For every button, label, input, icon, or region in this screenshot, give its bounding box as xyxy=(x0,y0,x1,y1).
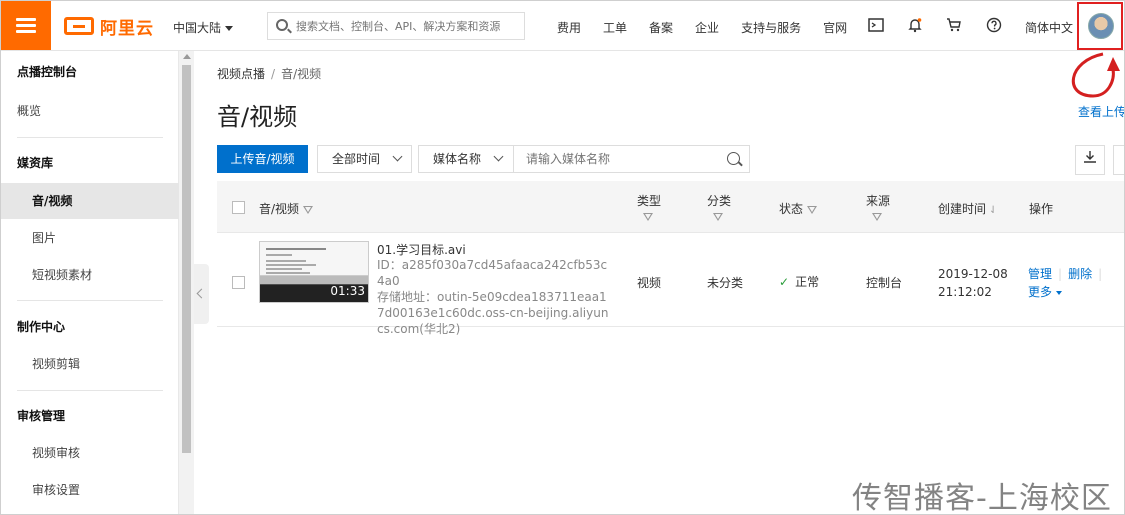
cell-category: 未分类 xyxy=(707,276,744,290)
media-search-field[interactable] xyxy=(513,145,750,173)
header-source: 来源 xyxy=(866,192,890,223)
sidebar-console-title: 点播控制台 xyxy=(17,65,78,79)
sidebar-scrollbar-thumb[interactable] xyxy=(182,65,191,453)
aliyun-logo[interactable]: 阿里云 xyxy=(64,13,154,39)
sidebar-divider xyxy=(17,300,163,301)
check-icon: ✓ xyxy=(779,275,790,289)
filter-icon[interactable] xyxy=(303,205,314,214)
header-created: 创建时间 ⇃ xyxy=(938,202,998,216)
header-actions: 操作 xyxy=(1029,202,1054,216)
user-avatar-highlight xyxy=(1077,2,1123,50)
aliyun-logo-icon xyxy=(64,17,94,35)
scroll-up-icon[interactable] xyxy=(183,54,191,59)
header-category: 分类 xyxy=(707,192,731,223)
top-nav-links: 费用 工单 备案 企业 支持与服务 官网 xyxy=(557,19,869,36)
nav-website[interactable]: 官网 xyxy=(823,19,847,36)
breadcrumb-current: 音/视频 xyxy=(281,67,322,81)
cell-created: 2019-12-08 21:12:02 xyxy=(938,267,1008,299)
app-frame: 阿里云 中国大陆 费用 工单 备案 企业 支持与服务 官网 简体中文 xyxy=(0,0,1125,515)
sidebar-item-review-settings[interactable]: 审核设置 xyxy=(1,472,179,508)
language-selector[interactable]: 简体中文 xyxy=(1025,19,1073,36)
sidebar-scrollbar[interactable] xyxy=(179,51,194,514)
caret-down-icon xyxy=(1056,290,1063,295)
more-actions-dropdown[interactable]: 更多 xyxy=(1028,285,1063,299)
upload-help-link[interactable]: 查看上传 xyxy=(1078,103,1124,120)
nav-tickets[interactable]: 工单 xyxy=(603,19,627,36)
avatar[interactable] xyxy=(1088,13,1114,39)
chevron-down-icon xyxy=(493,151,504,162)
nav-billing[interactable]: 费用 xyxy=(557,19,581,36)
sidebar: 点播控制台 概览 媒资库 音/视频 图片 短视频素材 制作中心 视频剪辑 审核管… xyxy=(1,51,179,514)
sidebar-divider xyxy=(17,137,163,138)
table-row: 01:33 01.学习目标.avi ID：a285f030a7cd45afaac… xyxy=(217,233,1124,336)
sidebar-collapse-toggle[interactable] xyxy=(194,264,209,324)
filter-icon[interactable] xyxy=(872,212,882,221)
sidebar-item-short-video[interactable]: 短视频素材 xyxy=(1,257,179,293)
sidebar-group-production[interactable]: 制作中心 xyxy=(1,309,179,345)
download-button[interactable] xyxy=(1075,145,1105,175)
global-search-input[interactable] xyxy=(296,16,520,36)
filter-icon[interactable] xyxy=(807,205,818,214)
filter-icon[interactable] xyxy=(713,212,723,221)
row-checkbox[interactable] xyxy=(232,276,245,289)
cart-icon[interactable] xyxy=(945,17,963,35)
breadcrumb: 视频点播 / 音/视频 xyxy=(217,67,322,81)
cell-status: ✓ 正常 xyxy=(779,275,820,289)
header-type: 类型 xyxy=(637,192,661,223)
nav-support[interactable]: 支持与服务 xyxy=(741,19,801,36)
search-icon[interactable] xyxy=(727,152,740,165)
top-navbar: 阿里云 中国大陆 费用 工单 备案 企业 支持与服务 官网 简体中文 xyxy=(1,1,1124,51)
video-thumbnail[interactable]: 01:33 xyxy=(259,241,369,303)
cell-actions: 管理 | 删除 | 更多 xyxy=(1028,267,1103,299)
terminal-icon[interactable] xyxy=(867,17,885,35)
download-icon xyxy=(1084,151,1096,163)
select-all-checkbox[interactable] xyxy=(232,201,245,214)
manage-link[interactable]: 管理 xyxy=(1028,267,1052,281)
sidebar-divider xyxy=(17,390,163,391)
header-media: 音/视频 xyxy=(259,200,314,217)
sidebar-item-audio-video[interactable]: 音/视频 xyxy=(1,183,179,219)
table-header: 音/视频 类型 分类 状态 来源 创建时间 ⇃ 操作 xyxy=(217,181,1124,233)
sidebar-group-review[interactable]: 审核管理 xyxy=(1,398,179,434)
annotation-arrow-icon xyxy=(1071,52,1120,98)
field-filter-select[interactable]: 媒体名称 xyxy=(418,145,514,173)
chevron-down-icon xyxy=(392,151,403,162)
cell-source: 控制台 xyxy=(866,276,903,290)
filter-icon[interactable] xyxy=(643,212,653,221)
cell-type: 视频 xyxy=(637,276,662,290)
search-icon xyxy=(276,19,288,31)
delete-link[interactable]: 删除 xyxy=(1068,267,1092,281)
caret-down-icon xyxy=(225,26,234,31)
menu-icon[interactable] xyxy=(1,1,51,50)
media-id: ID：a285f030a7cd45afaaca242cfb53c4a0 xyxy=(377,258,608,288)
sidebar-item-images[interactable]: 图片 xyxy=(1,220,179,256)
help-icon[interactable] xyxy=(985,17,1003,35)
nav-enterprise[interactable]: 企业 xyxy=(695,19,719,36)
sidebar-item-video-edit[interactable]: 视频剪辑 xyxy=(1,346,179,382)
breadcrumb-root[interactable]: 视频点播 xyxy=(217,67,265,81)
sidebar-group-media[interactable]: 媒资库 xyxy=(1,145,179,181)
header-status: 状态 xyxy=(779,200,818,217)
sort-icon[interactable]: ⇃ xyxy=(989,205,997,216)
media-filename[interactable]: 01.学习目标.avi xyxy=(377,241,466,258)
region-selector[interactable]: 中国大陆 xyxy=(173,19,234,36)
nav-icp[interactable]: 备案 xyxy=(649,19,673,36)
bell-icon[interactable] xyxy=(906,17,924,35)
time-filter-select[interactable]: 全部时间 xyxy=(317,145,412,173)
watermark: 传智播客-上海校区 xyxy=(852,481,1112,515)
settings-button[interactable] xyxy=(1113,145,1124,175)
media-search-input[interactable] xyxy=(526,150,716,168)
sidebar-item-video-review[interactable]: 视频审核 xyxy=(1,435,179,471)
global-search[interactable] xyxy=(267,12,525,40)
video-duration: 01:33 xyxy=(330,284,365,298)
page-title: 音/视频 xyxy=(217,103,298,131)
media-meta: ID：a285f030a7cd45afaaca242cfb53c4a0 存储地址… xyxy=(377,257,609,337)
media-storage: 存储地址：outin-5e09cdea183711eaa17d00163e1c6… xyxy=(377,290,609,336)
upload-button[interactable]: 上传音/视频 xyxy=(217,145,308,173)
sidebar-item-overview[interactable]: 概览 xyxy=(1,93,179,129)
